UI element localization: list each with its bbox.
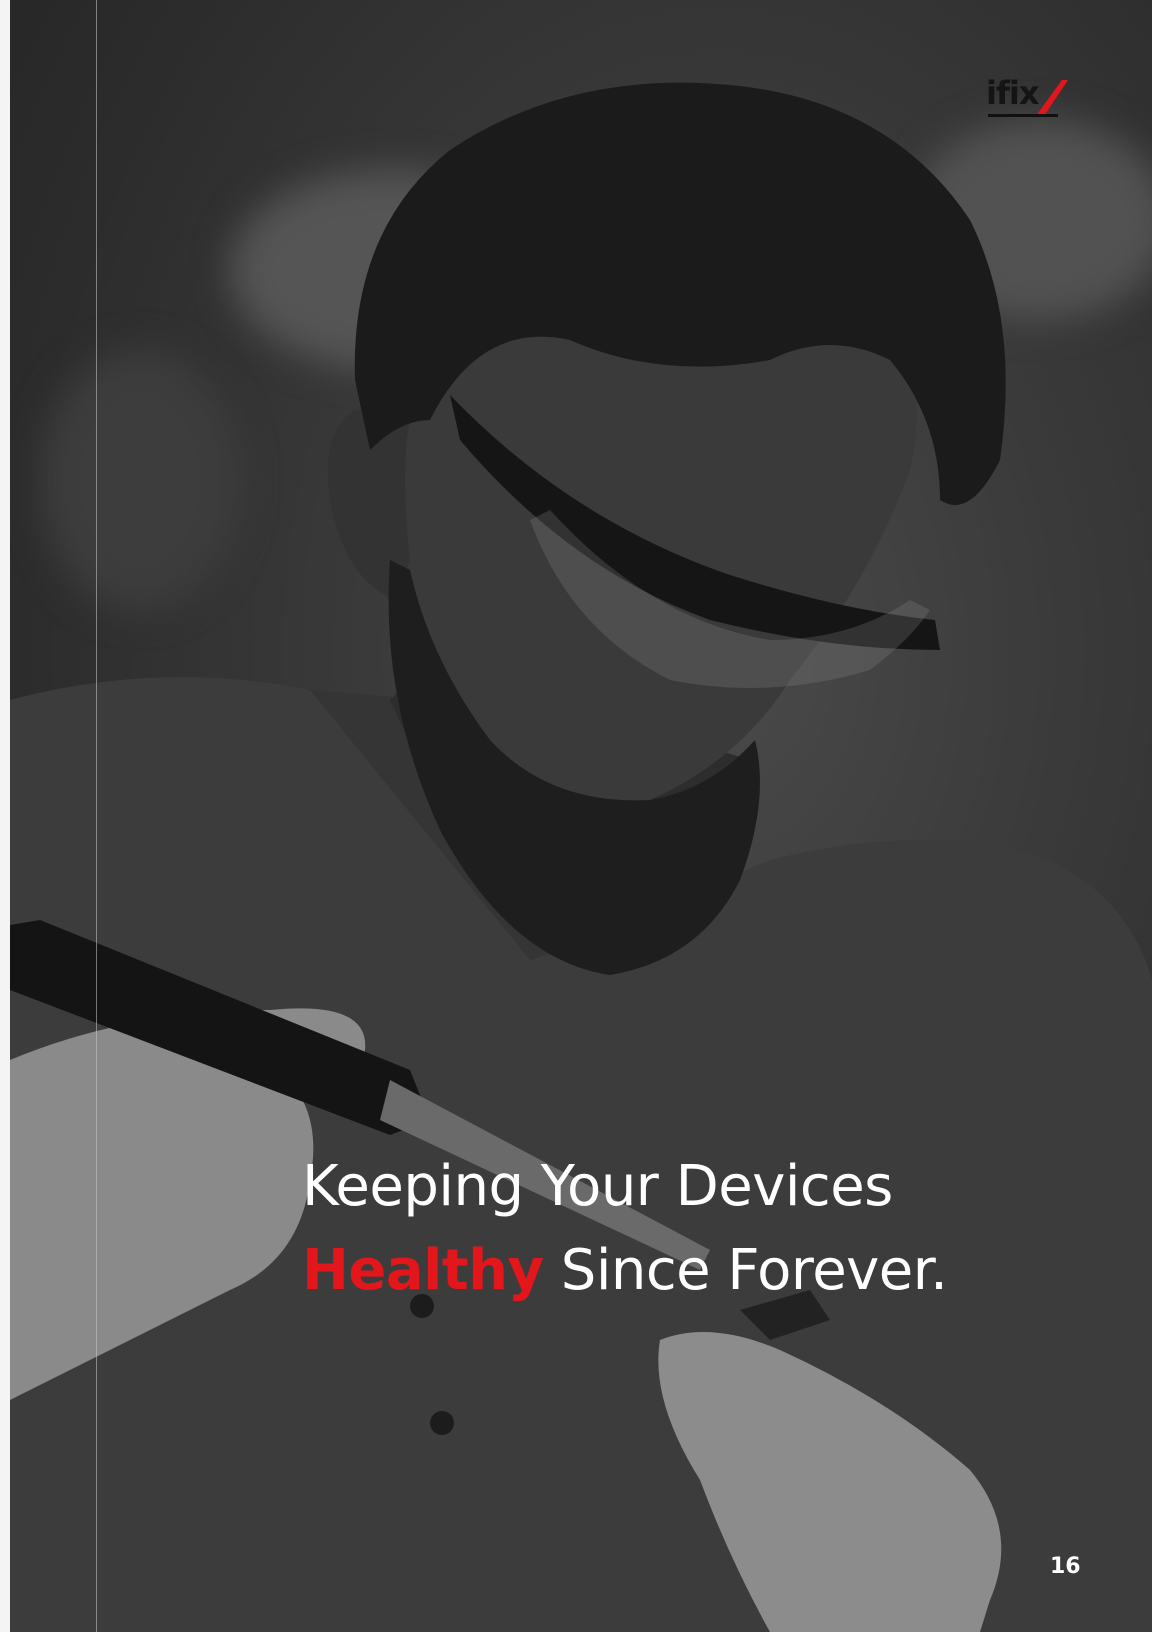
logo-slash-icon [1036,80,1068,116]
headline-accent-word: Healthy [302,1238,544,1303]
brochure-page: ifix Keeping Your Devices Healthy Since … [10,0,1152,1632]
headline: Keeping Your Devices Healthy Since Forev… [302,1145,1022,1313]
headline-line-2-rest: Since Forever. [543,1238,948,1303]
brand-logo: ifix [986,76,1072,122]
page-number: 16 [1050,1554,1081,1579]
technician-photo [10,82,1152,1632]
margin-rule [96,0,97,1632]
headline-line-2: Healthy Since Forever. [302,1229,1022,1313]
logo-underline [988,114,1058,117]
headline-line-1: Keeping Your Devices [302,1154,893,1219]
